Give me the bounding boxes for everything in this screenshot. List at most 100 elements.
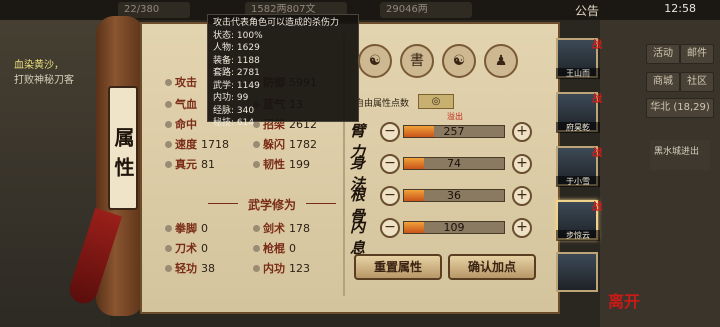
- role-icon: ☯: [368, 53, 382, 69]
- attr-value: 36: [447, 189, 461, 202]
- stat-label: 速度: [175, 138, 197, 151]
- portrait-name: 步惊云: [556, 230, 600, 241]
- tooltip-line: 状态: 100%: [213, 30, 263, 41]
- stat-value: 0: [201, 242, 208, 255]
- minus-button[interactable]: −: [380, 218, 400, 238]
- confirm-points-button[interactable]: 确认加点: [448, 254, 536, 280]
- wuxue-lightness[interactable]: 轻功 38: [165, 260, 215, 276]
- battle-badge: 战: [592, 148, 602, 159]
- stat-dot-icon: [165, 225, 172, 232]
- wuxue-spear[interactable]: 枪棍 0: [253, 240, 296, 256]
- stat-label: 内功: [263, 262, 285, 275]
- currency-counter: 29046两: [380, 2, 472, 18]
- tab-yinyang[interactable]: ☯: [442, 44, 476, 78]
- stat-dodge[interactable]: 躲闪 1782: [253, 136, 317, 152]
- attack-tooltip: 攻击代表角色可以造成的杀伤力 状态: 100% 人物: 1629 装备: 118…: [207, 14, 359, 128]
- attr-value: 74: [447, 157, 461, 170]
- right-world-panel: [600, 20, 720, 327]
- area-note[interactable]: 黑水城进出: [650, 140, 710, 170]
- plus-button[interactable]: +: [512, 122, 532, 142]
- stat-dot-icon: [165, 161, 172, 168]
- mail-button[interactable]: 邮件: [680, 44, 714, 64]
- battle-badge: 战: [592, 202, 602, 213]
- portrait-name: 府昊乾: [556, 122, 600, 133]
- stat-dot-icon: [165, 79, 172, 86]
- stat-label: 剑术: [263, 222, 285, 235]
- pose-icon: ♟: [494, 53, 508, 69]
- stat-speed[interactable]: 速度 1718: [165, 136, 229, 152]
- free-points-value: ◎: [418, 94, 454, 109]
- plus-button[interactable]: +: [512, 186, 532, 206]
- portrait-yu[interactable]: 战 于小雪: [556, 146, 602, 187]
- stat-true-energy[interactable]: 真元 81: [165, 156, 215, 172]
- attr-value: 109: [443, 221, 465, 234]
- tooltip-line: 套路: 2781: [213, 68, 260, 78]
- stat-value: 0: [201, 222, 208, 235]
- portrait-name: 于小雪: [556, 176, 600, 187]
- stat-dot-icon: [253, 225, 260, 232]
- portrait-fu[interactable]: 战 府昊乾: [556, 92, 602, 133]
- stat-label: 韧性: [263, 158, 285, 171]
- stat-dot-icon: [165, 121, 172, 128]
- plus-button[interactable]: +: [512, 154, 532, 174]
- plus-button[interactable]: +: [512, 218, 532, 238]
- quest-desc: 打败神秘刀客: [14, 75, 74, 86]
- stat-dot-icon: [253, 161, 260, 168]
- leave-stamp-button[interactable]: 离开: [608, 288, 640, 312]
- tooltip-line: 武学: 1149: [213, 80, 260, 91]
- tab-pose[interactable]: ♟: [484, 44, 518, 78]
- tab-book[interactable]: 書: [400, 44, 434, 78]
- activity-button[interactable]: 活动: [646, 44, 680, 64]
- portrait-wang[interactable]: 战 王山而: [556, 38, 602, 79]
- stat-toughness[interactable]: 韧性 199: [253, 156, 310, 172]
- quest-tracker[interactable]: 血染黄沙， 打败神秘刀客: [14, 58, 106, 88]
- wuxue-blade[interactable]: 刀术 0: [165, 240, 208, 256]
- stat-label: 枪棍: [263, 242, 285, 255]
- battle-badge: 战: [592, 94, 602, 105]
- stat-dot-icon: [165, 101, 172, 108]
- portrait-bu[interactable]: 战 步惊云: [556, 200, 602, 241]
- attr-name: 内息: [350, 218, 366, 257]
- quest-title: 血染黄沙，: [14, 60, 64, 71]
- tab-role[interactable]: ☯: [358, 44, 392, 78]
- stat-dot-icon: [165, 141, 172, 148]
- stat-value: 199: [289, 158, 310, 171]
- stat-label: 真元: [175, 158, 197, 171]
- stat-value: 81: [201, 158, 215, 171]
- portrait-extra[interactable]: [556, 252, 598, 292]
- wuxue-inner[interactable]: 内功 123: [253, 260, 310, 276]
- attr-value: 257: [443, 125, 465, 138]
- minus-button[interactable]: −: [380, 122, 400, 142]
- stat-value: 38: [201, 262, 215, 275]
- stat-label: 攻击: [175, 76, 197, 89]
- stat-dot-icon: [165, 245, 172, 252]
- reset-attributes-button[interactable]: 重置属性: [354, 254, 442, 280]
- battle-badge: 战: [592, 40, 602, 51]
- stat-dot-icon: [253, 141, 260, 148]
- portrait-name: 王山而: [556, 68, 600, 79]
- area-name: 华北: [650, 102, 671, 113]
- stat-label: 刀术: [175, 242, 197, 255]
- stat-hit[interactable]: 命中: [165, 116, 201, 132]
- stat-value: 123: [289, 262, 310, 275]
- wuxue-fist[interactable]: 拳脚 0: [165, 220, 208, 236]
- shop-button[interactable]: 商城: [646, 72, 680, 92]
- wuxue-sword[interactable]: 剑术 178: [253, 220, 310, 236]
- book-icon: 書: [410, 53, 424, 69]
- stat-dot-icon: [253, 265, 260, 272]
- minus-button[interactable]: −: [380, 154, 400, 174]
- stat-attack[interactable]: 攻击: [165, 74, 201, 90]
- minus-button[interactable]: −: [380, 186, 400, 206]
- area-coords: (18,29): [673, 102, 710, 113]
- clock: 12:58: [664, 2, 696, 15]
- free-points-label: 自由属性点数: [355, 99, 410, 109]
- community-button[interactable]: 社区: [680, 72, 714, 92]
- notice-button[interactable]: 公告: [575, 2, 599, 19]
- attr-bar: 36: [403, 189, 505, 202]
- stat-value: 1782: [289, 138, 317, 151]
- tooltip-line: 经脉: 340: [213, 105, 255, 116]
- stat-hp[interactable]: 气血: [165, 96, 201, 112]
- yinyang-icon: ☯: [452, 53, 466, 69]
- attr-bar: 74: [403, 157, 505, 170]
- stat-label: 命中: [175, 118, 197, 131]
